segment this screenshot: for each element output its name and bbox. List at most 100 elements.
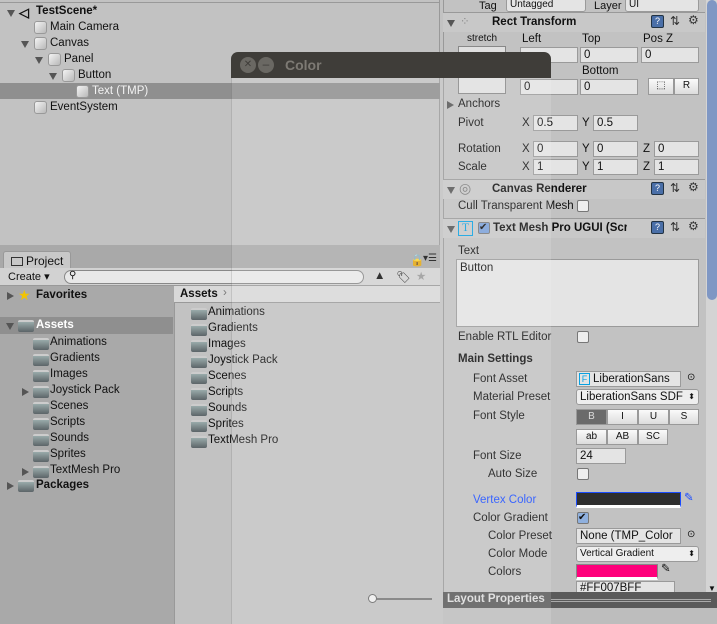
expand-icon[interactable]: [6, 323, 14, 330]
folder-icon: [33, 450, 49, 462]
folder-icon: [191, 340, 207, 352]
raw-edit-button[interactable]: R: [674, 78, 699, 95]
folder-icon: [191, 420, 207, 432]
color-preset-field[interactable]: None (TMP_Color Gradient): [576, 528, 681, 544]
preset-icon[interactable]: ⇅: [670, 14, 680, 28]
vertex-color-field[interactable]: [576, 492, 681, 508]
color-window-body: [231, 78, 551, 624]
gear-icon[interactable]: ⚙: [688, 13, 699, 27]
favorites-item[interactable]: Favorites: [36, 289, 87, 301]
scene-name[interactable]: TestScene*: [36, 5, 97, 17]
expand-icon[interactable]: [21, 41, 29, 48]
project-tree-item[interactable]: Gradients: [50, 352, 100, 364]
rotation-y-field[interactable]: 0: [593, 141, 638, 157]
hierarchy-item-selected[interactable]: Text (TMP): [92, 85, 148, 97]
style-smallcaps-button[interactable]: SC: [638, 429, 668, 445]
hierarchy-item[interactable]: Button: [78, 69, 111, 81]
blueprint-button[interactable]: ⬚: [648, 78, 674, 95]
project-tree-item[interactable]: Joystick Pack: [50, 384, 120, 396]
help-icon[interactable]: ?: [651, 15, 664, 28]
color-mode-dropdown[interactable]: Vertical Gradient ⬍: [576, 546, 699, 562]
rotation-z-field[interactable]: 0: [654, 141, 699, 157]
tag-dropdown[interactable]: Untagged: [506, 0, 586, 12]
component-title: Rect Transform: [492, 16, 577, 28]
material-preset-dropdown[interactable]: LiberationSans SDF ⬍: [576, 389, 699, 405]
style-strikethrough-button[interactable]: S: [669, 409, 699, 425]
auto-size-checkbox[interactable]: [577, 468, 589, 480]
expand-icon[interactable]: [35, 57, 43, 64]
style-bold-button[interactable]: B: [576, 409, 607, 425]
breadcrumb[interactable]: Assets: [180, 288, 218, 300]
hierarchy-item[interactable]: Canvas: [50, 37, 89, 49]
project-tree-item[interactable]: TextMesh Pro: [50, 464, 120, 476]
expand-icon[interactable]: [22, 388, 29, 396]
anchor-preset-label: stretch: [467, 33, 498, 44]
project-tree-item[interactable]: Scenes: [50, 400, 88, 412]
style-italic-button[interactable]: I: [607, 409, 638, 425]
font-size-field[interactable]: 24: [576, 448, 626, 464]
project-tree-item[interactable]: Sprites: [50, 448, 86, 460]
minimize-icon[interactable]: –: [258, 57, 274, 73]
object-picker-icon[interactable]: ⊙: [687, 529, 695, 540]
project-tree-item[interactable]: Images: [50, 368, 88, 380]
scrollbar[interactable]: [706, 0, 717, 594]
scale-z-field[interactable]: 1: [654, 159, 699, 175]
gradient-color-field[interactable]: [576, 564, 658, 580]
eyedropper-icon[interactable]: ✎: [684, 490, 694, 504]
project-tree-item[interactable]: Animations: [50, 336, 107, 348]
preset-icon[interactable]: ⇅: [670, 181, 680, 195]
help-icon[interactable]: ?: [651, 221, 664, 234]
folder-icon: [191, 388, 207, 400]
collapse-icon[interactable]: [7, 10, 15, 17]
cull-checkbox[interactable]: [577, 200, 589, 212]
folder-icon: [191, 372, 207, 384]
posz-field[interactable]: 0: [641, 47, 699, 63]
style-uppercase-button[interactable]: AB: [607, 429, 638, 445]
style-lowercase-button[interactable]: ab: [576, 429, 607, 445]
folder-icon: [191, 356, 207, 368]
folder-icon: [33, 466, 49, 478]
project-tree-item[interactable]: Scripts: [50, 416, 85, 428]
packages-item[interactable]: Packages: [36, 479, 89, 491]
posz-label: Pos Z: [643, 33, 674, 45]
y-label: Y: [582, 143, 590, 155]
expand-icon[interactable]: [447, 20, 455, 27]
preset-icon[interactable]: ⇅: [670, 220, 680, 234]
gear-icon[interactable]: ⚙: [688, 219, 699, 233]
hierarchy-item[interactable]: Panel: [64, 53, 93, 65]
unity-scene-icon: ◁: [19, 5, 29, 20]
hierarchy-item[interactable]: EventSystem: [50, 101, 118, 113]
bottom-field[interactable]: 0: [580, 79, 638, 95]
font-asset-field[interactable]: FLiberationSans SDF: [576, 371, 681, 387]
folder-icon: [191, 324, 207, 336]
folder-icon: [18, 480, 34, 492]
style-underline-button[interactable]: U: [638, 409, 669, 425]
expand-icon[interactable]: [22, 468, 29, 476]
gameobject-icon: [34, 21, 47, 34]
project-tree-item[interactable]: Sounds: [50, 432, 89, 444]
assets-item[interactable]: Assets: [36, 319, 74, 331]
color-gradient-checkbox[interactable]: ✔: [577, 512, 589, 524]
gear-icon[interactable]: ⚙: [688, 180, 699, 194]
expand-icon[interactable]: [7, 292, 14, 300]
pivot-y-field[interactable]: 0.5: [593, 115, 638, 131]
object-picker-icon[interactable]: ⊙: [687, 372, 695, 383]
create-button[interactable]: Create ▾: [8, 270, 50, 283]
rtl-checkbox[interactable]: [577, 331, 589, 343]
tab-project[interactable]: Project: [3, 251, 71, 269]
top-field[interactable]: 0: [580, 47, 638, 63]
expand-icon[interactable]: [7, 482, 14, 490]
color-window-titlebar[interactable]: [231, 52, 551, 78]
color-window[interactable]: ✕ – Color: [231, 52, 551, 624]
gameobject-icon: [48, 53, 61, 66]
help-icon[interactable]: ?: [651, 182, 664, 195]
layer-label: Layer: [594, 0, 622, 12]
close-icon[interactable]: ✕: [240, 57, 256, 73]
scale-y-field[interactable]: 1: [593, 159, 638, 175]
hierarchy-item[interactable]: Main Camera: [50, 21, 119, 33]
layer-dropdown[interactable]: UI: [625, 0, 699, 12]
eyedropper-icon[interactable]: ✎: [661, 561, 671, 575]
color-window-title: Color: [285, 57, 322, 73]
gameobject-icon: [34, 37, 47, 50]
expand-icon[interactable]: [49, 73, 57, 80]
